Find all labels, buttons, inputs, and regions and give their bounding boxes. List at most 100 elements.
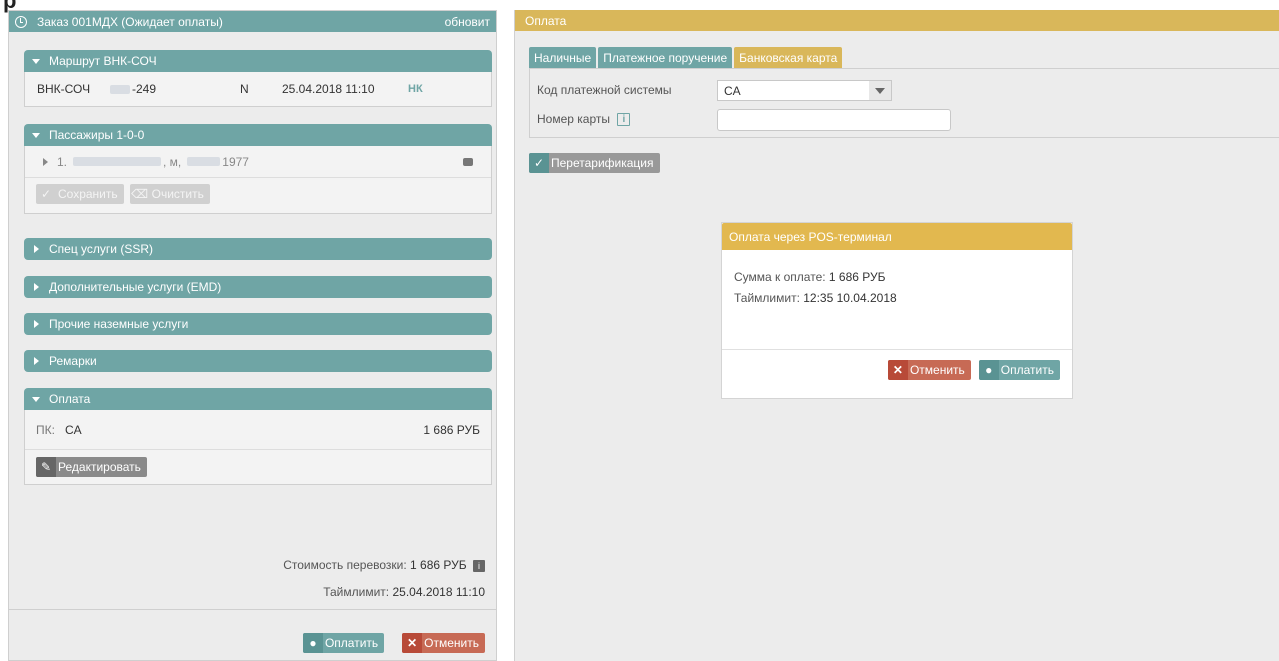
coins-icon: ●	[302, 633, 323, 653]
clock-icon	[15, 15, 27, 28]
passengers-section-title: Пассажиры 1-0-0	[49, 128, 145, 142]
dialog-footer: ✕ Отменить ● Оплатить	[887, 360, 1060, 380]
payment-system-value: CA	[724, 83, 741, 98]
remarks-section: Ремарки	[24, 350, 492, 372]
route-section: Маршрут ВНК-СОЧ ВНК-СОЧ -249 N 25.04.201…	[24, 50, 492, 107]
passengers-section-body: 1. , м, 1977 ✓ Сохранить ⌫ Очистить	[24, 146, 492, 214]
route-section-header[interactable]: Маршрут ВНК-СОЧ	[24, 50, 492, 72]
pk-label: ПК:	[36, 422, 55, 437]
left-footer: ● Оплатить ✕ Отменить	[302, 633, 485, 653]
tab-payment-order[interactable]: Платежное поручение	[598, 47, 733, 68]
payment-section-header[interactable]: Оплата	[24, 388, 492, 410]
cancel-button[interactable]: ✕ Отменить	[402, 633, 485, 653]
route-section-body: ВНК-СОЧ -249 N 25.04.2018 11:10 НК	[24, 72, 492, 107]
refresh-link[interactable]: обновит	[445, 15, 490, 29]
chevron-down-icon	[32, 58, 40, 64]
card-payment-form: Код платежной системы CA Номер карты i	[529, 68, 1279, 138]
route-section-title: Маршрут ВНК-СОЧ	[49, 54, 157, 68]
payment-section-title: Оплата	[49, 392, 91, 406]
chevron-down-icon	[32, 132, 40, 138]
segment-status: НК	[408, 83, 423, 95]
timelimit-line: Таймлимит: 25.04.2018 11:10	[323, 585, 485, 599]
card-number-label: Номер карты i	[537, 112, 631, 127]
save-button[interactable]: ✓ Сохранить	[36, 184, 124, 204]
remarks-section-header[interactable]: Ремарки	[24, 350, 492, 372]
cost-value: 1 686 РУБ	[410, 558, 467, 572]
segment-flight: -249	[132, 82, 157, 96]
payment-system-select[interactable]: CA	[717, 80, 892, 101]
card-number-label-text: Номер карты	[537, 112, 610, 126]
redacted-carrier	[110, 84, 130, 94]
emd-section: Дополнительные услуги (EMD)	[24, 276, 492, 298]
dialog-cancel-button[interactable]: ✕ Отменить	[887, 360, 971, 380]
emd-section-header[interactable]: Дополнительные услуги (EMD)	[24, 276, 492, 298]
chevron-down-icon	[869, 81, 891, 100]
ground-services-section-header[interactable]: Прочие наземные услуги	[24, 313, 492, 335]
segment-route: ВНК-СОЧ	[37, 82, 91, 96]
chevron-right-icon	[43, 157, 48, 166]
chevron-right-icon	[34, 357, 39, 365]
ssr-section-header[interactable]: Спец услуги (SSR)	[24, 238, 492, 260]
segment-row[interactable]: ВНК-СОЧ -249 N 25.04.2018 11:10 НК	[25, 72, 491, 106]
order-title-bar: Заказ 001МДХ (Ожидает оплаты) обновит	[9, 11, 496, 32]
clear-button[interactable]: ⌫ Очистить	[129, 184, 210, 204]
eraser-icon: ⌫	[131, 187, 149, 201]
chevron-right-icon	[34, 245, 39, 253]
segment-datetime: 25.04.2018 11:10	[282, 82, 375, 96]
ssr-section-title: Спец услуги (SSR)	[49, 242, 153, 256]
dialog-title: Оплата через POS-терминал	[722, 223, 1072, 250]
ground-services-section-title: Прочие наземные услуги	[49, 317, 189, 331]
payment-panel-title: Оплата	[515, 10, 1279, 31]
payment-section: Оплата ПК: CA 1 686 РУБ ✎ Редактировать	[24, 388, 492, 485]
dialog-amount-line: Сумма к оплате: 1 686 РУБ	[734, 270, 886, 284]
dialog-timelimit-label: Таймлимит:	[734, 291, 800, 305]
payment-panel: Оплата Наличные Платежное поручение Банк…	[514, 10, 1279, 661]
passenger-row[interactable]: 1. , м, 1977	[25, 146, 491, 178]
timelimit-value: 25.04.2018 11:10	[392, 585, 485, 599]
tab-cash[interactable]: Наличные	[529, 47, 597, 68]
dialog-amount-value: 1 686 РУБ	[828, 270, 886, 284]
info-icon[interactable]: i	[473, 560, 485, 572]
passengers-section: Пассажиры 1-0-0 1. , м, 1977 ✓ Сохранить…	[24, 124, 492, 214]
close-icon: ✕	[402, 633, 423, 653]
order-title: Заказ 001МДХ (Ожидает оплаты)	[37, 14, 223, 29]
passenger-index: 1.	[57, 154, 68, 169]
dialog-pay-button[interactable]: ● Оплатить	[978, 360, 1060, 380]
payment-tabs: Наличные Платежное поручение Банковская …	[529, 47, 844, 68]
close-icon: ✕	[887, 360, 908, 380]
chevron-right-icon	[34, 320, 39, 328]
segment-class: N	[240, 82, 249, 96]
tab-bank-card[interactable]: Банковская карта	[734, 47, 843, 68]
remarks-section-title: Ремарки	[49, 354, 97, 368]
chevron-down-icon	[32, 396, 40, 402]
coins-icon: ●	[978, 360, 999, 380]
chevron-down-icon: ✓	[529, 153, 549, 173]
chevron-right-icon	[34, 283, 39, 291]
passenger-year: 1977	[222, 154, 249, 169]
check-icon: ✓	[40, 187, 52, 201]
dialog-timelimit-value: 12:35 10.04.2018	[803, 291, 897, 305]
footer-divider	[9, 609, 496, 610]
pos-terminal-dialog: Оплата через POS-терминал Сумма к оплате…	[721, 222, 1073, 399]
pencil-icon: ✎	[36, 457, 56, 477]
timelimit-label: Таймлимит:	[323, 585, 390, 599]
info-icon[interactable]: i	[617, 113, 631, 127]
payment-row: ПК: CA 1 686 РУБ	[25, 410, 491, 450]
pk-value: CA	[64, 422, 82, 437]
ssr-section: Спец услуги (SSR)	[24, 238, 492, 260]
dialog-timelimit-line: Таймлимит: 12:35 10.04.2018	[734, 291, 897, 305]
redacted-birthdate	[187, 157, 221, 166]
passengers-section-header[interactable]: Пассажиры 1-0-0	[24, 124, 492, 146]
cost-label: Стоимость перевозки:	[283, 558, 407, 572]
order-panel: Заказ 001МДХ (Ожидает оплаты) обновит Ма…	[8, 10, 497, 661]
dialog-amount-label: Сумма к оплате:	[734, 270, 826, 284]
retariff-button[interactable]: ✓ Перетарификация	[529, 153, 660, 173]
edit-button[interactable]: ✎ Редактировать	[36, 457, 147, 477]
card-number-input[interactable]	[717, 109, 951, 131]
payment-system-label: Код платежной системы	[537, 83, 672, 97]
redacted-name	[73, 157, 162, 166]
document-icon[interactable]	[463, 157, 473, 166]
passenger-gender: , м,	[163, 154, 182, 169]
pay-button[interactable]: ● Оплатить	[302, 633, 385, 653]
emd-section-title: Дополнительные услуги (EMD)	[49, 280, 222, 294]
